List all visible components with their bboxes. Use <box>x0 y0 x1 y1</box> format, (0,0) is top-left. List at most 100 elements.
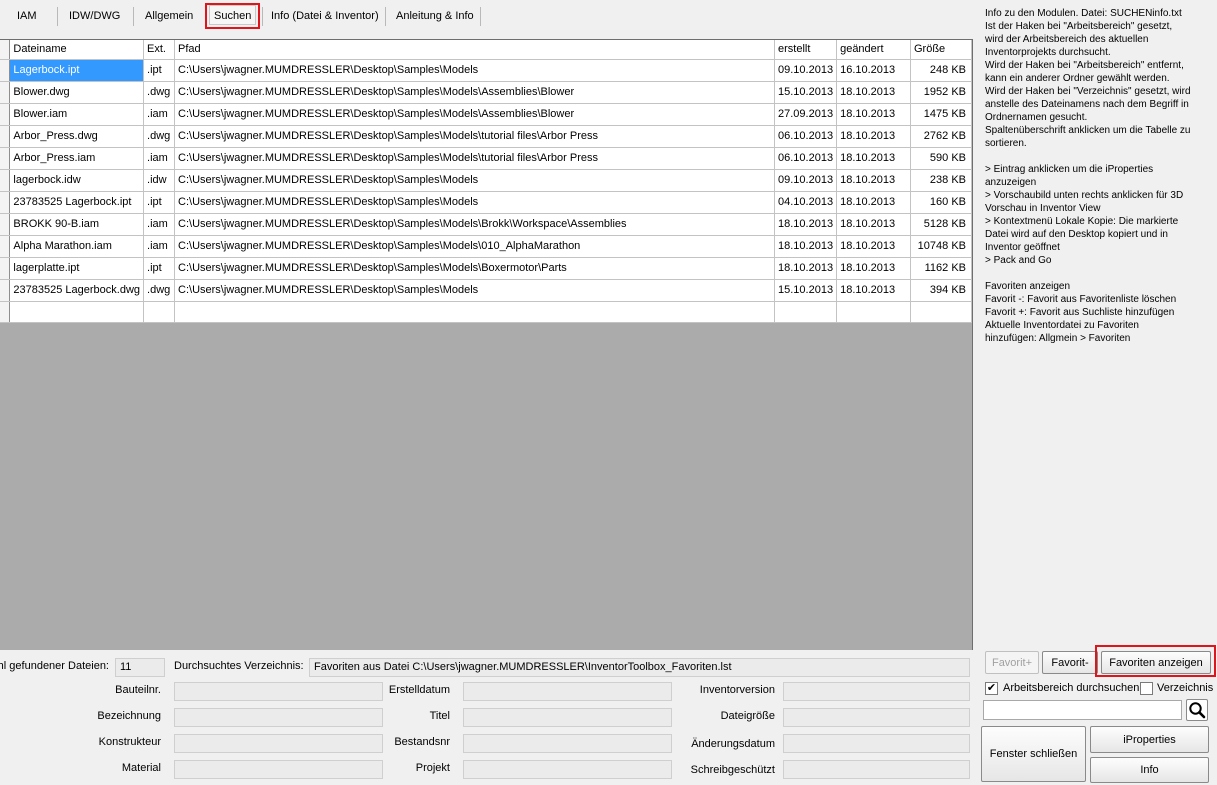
tab-iam[interactable]: IAM <box>17 5 37 27</box>
table-row[interactable]: 23783525 Lagerbock.ipt .ipt C:\Users\jwagn… <box>0 191 972 214</box>
cell-ext[interactable]: .iam <box>143 147 176 170</box>
row-header[interactable] <box>0 279 11 302</box>
favorite-plus-button[interactable]: Favorit+ <box>985 651 1039 674</box>
empty-cell[interactable] <box>774 301 838 323</box>
column-header-groesse[interactable]: Größe <box>910 40 972 60</box>
table-row[interactable]: Blower.dwg .dwg C:\Users\jwagner.MUMDRESSL… <box>0 81 972 104</box>
row-header[interactable] <box>0 257 11 280</box>
cell-pfad[interactable]: C:\Users\jwagner.MUMDRESSLER\Desktop\Sam… <box>174 235 776 258</box>
cell-geaendert[interactable]: 18.10.2013 <box>836 235 911 258</box>
empty-cell[interactable] <box>836 301 911 323</box>
cell-ext[interactable]: .iam <box>143 235 176 258</box>
cell-pfad[interactable]: C:\Users\jwagner.MUMDRESSLER\Desktop\Sam… <box>174 257 776 280</box>
cell-pfad[interactable]: C:\Users\jwagner.MUMDRESSLER\Desktop\Sam… <box>174 279 776 302</box>
cell-erstellt[interactable]: 18.10.2013 <box>774 257 838 280</box>
cell-erstellt[interactable]: 27.09.2013 <box>774 103 838 126</box>
column-header-pfad[interactable]: Pfad <box>174 40 776 60</box>
cell-ext[interactable]: .dwg <box>143 81 176 104</box>
cell-ext[interactable]: .ipt <box>143 59 176 82</box>
row-header[interactable] <box>0 59 11 82</box>
tab-anleitung-info[interactable]: Anleitung & Info <box>396 5 474 27</box>
tab-idw-dwg[interactable]: IDW/DWG <box>69 5 120 27</box>
cell-dateiname[interactable]: Alpha Marathon.iam <box>9 235 145 258</box>
workspace-checkbox[interactable]: ✔ <box>985 682 998 695</box>
cell-ext[interactable]: .dwg <box>143 279 176 302</box>
cell-erstellt[interactable]: 06.10.2013 <box>774 125 838 148</box>
cell-groesse[interactable]: 248 KB <box>910 59 972 82</box>
cell-erstellt[interactable]: 18.10.2013 <box>774 235 838 258</box>
column-header-geaendert[interactable]: geändert <box>836 40 911 60</box>
tab-info-datei-inventor[interactable]: Info (Datei & Inventor) <box>271 5 379 27</box>
cell-pfad[interactable]: C:\Users\jwagner.MUMDRESSLER\Desktop\Sam… <box>174 169 776 192</box>
empty-cell[interactable] <box>143 301 176 323</box>
row-header[interactable] <box>0 125 11 148</box>
cell-ext[interactable]: .iam <box>143 103 176 126</box>
show-favorites-button[interactable]: Favoriten anzeigen <box>1101 651 1211 674</box>
tab-suchen[interactable]: Suchen <box>205 3 261 29</box>
table-row[interactable]: lagerplatte.ipt .ipt C:\Users\jwagner.MUMD… <box>0 257 972 280</box>
table-row[interactable]: BROKK 90-B.iam .iam C:\Users\jwagner.MUMDR… <box>0 213 972 236</box>
cell-pfad[interactable]: C:\Users\jwagner.MUMDRESSLER\Desktop\Sam… <box>174 81 776 104</box>
row-header[interactable] <box>0 103 11 126</box>
cell-dateiname[interactable]: lagerplatte.ipt <box>9 257 145 280</box>
table-row[interactable]: Arbor_Press.iam .iam C:\Users\jwagner.MUMD… <box>0 147 972 170</box>
table-row[interactable]: Blower.iam .iam C:\Users\jwagner.MUMDRESSL… <box>0 103 972 126</box>
cell-pfad[interactable]: C:\Users\jwagner.MUMDRESSLER\Desktop\Sam… <box>174 213 776 236</box>
cell-geaendert[interactable]: 16.10.2013 <box>836 59 911 82</box>
cell-geaendert[interactable]: 18.10.2013 <box>836 169 911 192</box>
cell-geaendert[interactable]: 18.10.2013 <box>836 279 911 302</box>
cell-groesse[interactable]: 1162 KB <box>910 257 972 280</box>
cell-groesse[interactable]: 394 KB <box>910 279 972 302</box>
cell-dateiname[interactable]: Blower.dwg <box>9 81 145 104</box>
cell-geaendert[interactable]: 18.10.2013 <box>836 125 911 148</box>
cell-ext[interactable]: .ipt <box>143 257 176 280</box>
cell-dateiname[interactable]: Blower.iam <box>9 103 145 126</box>
table-row[interactable]: Alpha Marathon.iam .iam C:\Users\jwagner.M… <box>0 235 972 258</box>
cell-ext[interactable]: .dwg <box>143 125 176 148</box>
cell-dateiname[interactable]: lagerbock.idw <box>9 169 145 192</box>
cell-groesse[interactable]: 160 KB <box>910 191 972 214</box>
cell-geaendert[interactable]: 18.10.2013 <box>836 103 911 126</box>
cell-erstellt[interactable]: 09.10.2013 <box>774 59 838 82</box>
cell-groesse[interactable]: 1952 KB <box>910 81 972 104</box>
cell-groesse[interactable]: 5128 KB <box>910 213 972 236</box>
cell-pfad[interactable]: C:\Users\jwagner.MUMDRESSLER\Desktop\Sam… <box>174 103 776 126</box>
column-header-ext[interactable]: Ext. <box>143 40 176 60</box>
cell-ext[interactable]: .idw <box>143 169 176 192</box>
results-grid[interactable]: Dateiname Ext. Pfad erstellt geändert Gr… <box>0 39 973 650</box>
cell-pfad[interactable]: C:\Users\jwagner.MUMDRESSLER\Desktop\Sam… <box>174 125 776 148</box>
table-row[interactable]: Arbor_Press.dwg .dwg C:\Users\jwagner.MUMD… <box>0 125 972 148</box>
cell-erstellt[interactable]: 06.10.2013 <box>774 147 838 170</box>
cell-geaendert[interactable]: 18.10.2013 <box>836 81 911 104</box>
close-window-button[interactable]: Fenster schließen <box>981 726 1086 782</box>
cell-groesse[interactable]: 238 KB <box>910 169 972 192</box>
cell-dateiname[interactable]: Arbor_Press.iam <box>9 147 145 170</box>
cell-groesse[interactable]: 10748 KB <box>910 235 972 258</box>
table-row[interactable]: Lagerbock.ipt .ipt C:\Users\jwagner.MUMDRE… <box>0 59 972 82</box>
directory-checkbox[interactable] <box>1140 682 1153 695</box>
cell-erstellt[interactable]: 15.10.2013 <box>774 81 838 104</box>
cell-groesse[interactable]: 1475 KB <box>910 103 972 126</box>
cell-ext[interactable]: .iam <box>143 213 176 236</box>
cell-geaendert[interactable]: 18.10.2013 <box>836 257 911 280</box>
row-header[interactable] <box>0 213 11 236</box>
tab-allgemein[interactable]: Allgemein <box>145 5 193 27</box>
cell-erstellt[interactable]: 09.10.2013 <box>774 169 838 192</box>
cell-dateiname[interactable]: Lagerbock.ipt <box>9 59 145 82</box>
column-header-dateiname[interactable]: Dateiname <box>9 40 145 60</box>
cell-dateiname[interactable]: BROKK 90-B.iam <box>9 213 145 236</box>
cell-geaendert[interactable]: 18.10.2013 <box>836 213 911 236</box>
table-row[interactable]: lagerbock.idw .idw C:\Users\jwagner.MUMDRE… <box>0 169 972 192</box>
favorite-minus-button[interactable]: Favorit- <box>1042 651 1098 674</box>
cell-pfad[interactable]: C:\Users\jwagner.MUMDRESSLER\Desktop\Sam… <box>174 147 776 170</box>
cell-ext[interactable]: .ipt <box>143 191 176 214</box>
cell-dateiname[interactable]: 23783525 Lagerbock.ipt <box>9 191 145 214</box>
row-header[interactable] <box>0 147 11 170</box>
cell-erstellt[interactable]: 15.10.2013 <box>774 279 838 302</box>
info-button[interactable]: Info <box>1090 757 1209 783</box>
table-row[interactable]: 23783525 Lagerbock.dwg .dwg C:\Users\jwagn… <box>0 279 972 302</box>
row-header[interactable] <box>0 81 11 104</box>
empty-cell[interactable] <box>174 301 776 323</box>
search-input[interactable] <box>983 700 1182 720</box>
cell-pfad[interactable]: C:\Users\jwagner.MUMDRESSLER\Desktop\Sam… <box>174 59 776 82</box>
